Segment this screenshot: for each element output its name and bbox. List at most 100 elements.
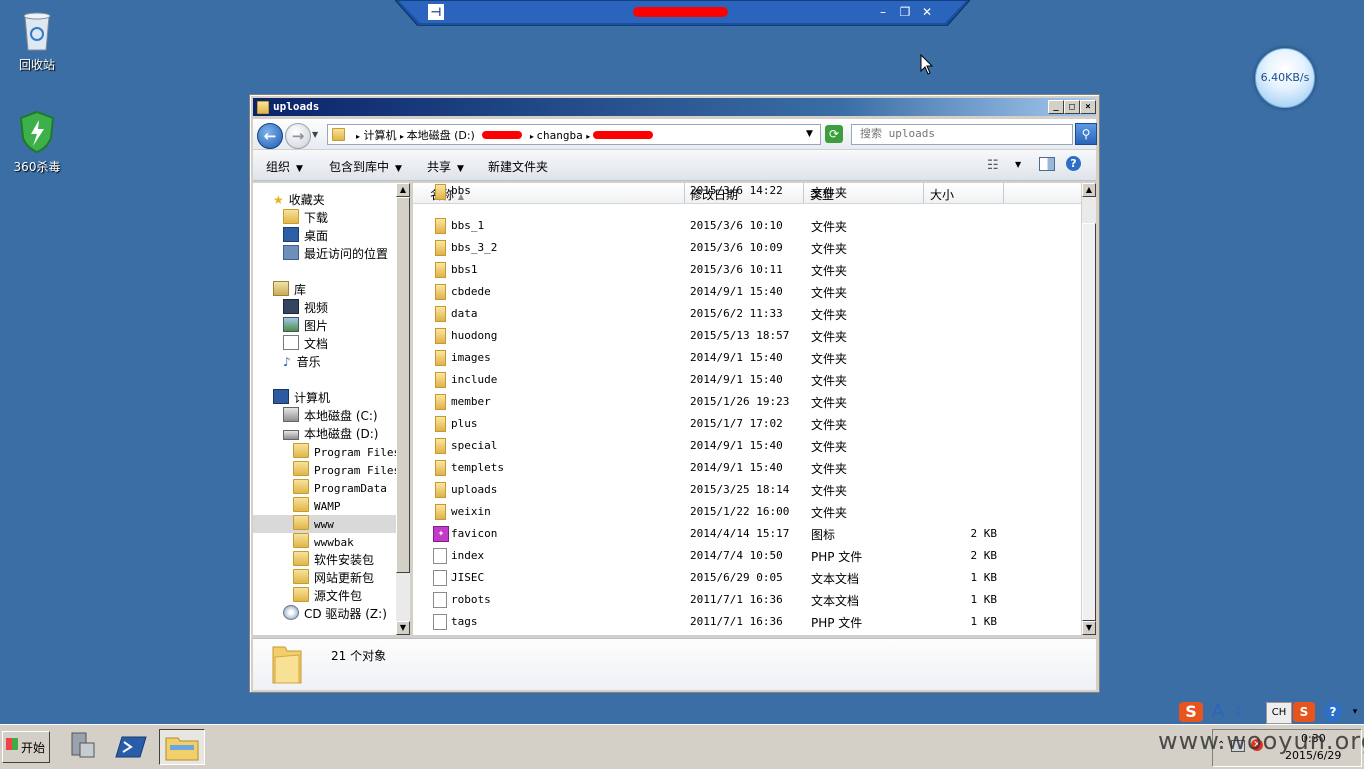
- file-row[interactable]: templets 2014/9/1 15:40 文件夹: [413, 457, 1081, 479]
- breadcrumb-drive-d[interactable]: 本地磁盘 (D:): [407, 129, 475, 142]
- nav-documents[interactable]: 文档: [283, 335, 328, 353]
- nav-drive-c[interactable]: 本地磁盘 (C:): [283, 407, 378, 425]
- file-row[interactable]: huodong 2015/5/13 18:57 文件夹: [413, 325, 1081, 347]
- nav-folder-site-updates[interactable]: 网站更新包: [293, 569, 374, 587]
- address-bar[interactable]: ▸ 计算机 ▸ 本地磁盘 (D:) ▸ changba ▸ ▼: [327, 124, 821, 145]
- ime-toolbar[interactable]: S A ☾ CH S ? ▾: [1179, 700, 1364, 724]
- nav-folder-software[interactable]: 软件安装包: [293, 551, 374, 569]
- file-row[interactable]: data 2015/6/2 11:33 文件夹: [413, 303, 1081, 325]
- file-row[interactable]: bbs 2015/3/6 14:22 文件夹: [413, 184, 1081, 203]
- ime-options-icon[interactable]: ▾: [1349, 702, 1361, 722]
- nav-downloads[interactable]: 下载: [283, 209, 328, 227]
- scroll-down-button[interactable]: ▼: [1082, 621, 1096, 635]
- nav-cd-drive[interactable]: CD 驱动器 (Z:): [283, 605, 387, 623]
- file-row[interactable]: weixin 2015/1/22 16:00 文件夹: [413, 501, 1081, 523]
- address-dropdown-arrow[interactable]: ▼: [806, 129, 813, 139]
- nav-folder-program-files-x86[interactable]: Program Files: [293, 461, 396, 479]
- share-button[interactable]: 共享 ▼: [427, 158, 464, 175]
- nav-folder-wamp[interactable]: WAMP: [293, 497, 341, 515]
- file-list[interactable]: 名称 ▲ 修改日期 类型 大小 bbs2015/3/6 14:22文件夹bbs_…: [413, 183, 1081, 635]
- file-row[interactable]: member 2015/1/26 19:23 文件夹: [413, 391, 1081, 413]
- back-button[interactable]: ←: [257, 123, 283, 149]
- address-row: ← → ▼ ▸ 计算机 ▸ 本地磁盘 (D:) ▸ changba ▸ ▼ ⟳: [253, 119, 1097, 149]
- view-options-icon[interactable]: ☷: [987, 158, 999, 173]
- explorer-window[interactable]: uploads _ □ × ← → ▼ ▸ 计算机 ▸ 本地磁盘 (D:) ▸ …: [249, 94, 1100, 693]
- breadcrumb-changba[interactable]: changba: [536, 129, 582, 142]
- nav-drive-d[interactable]: 本地磁盘 (D:): [283, 425, 378, 443]
- rdp-close-button[interactable]: ✕: [919, 4, 935, 20]
- nav-scrollbar[interactable]: ▲ ▼: [396, 183, 410, 635]
- file-date: 2014/9/1 15:40: [690, 373, 783, 386]
- file-row[interactable]: bbs_3_2 2015/3/6 10:09 文件夹: [413, 237, 1081, 259]
- ime-mode-label[interactable]: A: [1207, 702, 1229, 722]
- antivirus-desktop-icon[interactable]: 360杀毒: [2, 110, 72, 175]
- refresh-button[interactable]: ⟳: [825, 125, 843, 143]
- file-row[interactable]: robots 2011/7/1 16:36 文本文档 1 KB: [413, 589, 1081, 611]
- powershell-taskbar-button[interactable]: [112, 729, 152, 763]
- explorer-taskbar-button[interactable]: [159, 729, 205, 765]
- search-box[interactable]: [851, 124, 1073, 145]
- file-row[interactable]: bbs_1 2015/3/6 10:10 文件夹: [413, 215, 1081, 237]
- remote-desktop-bar[interactable]: ⊣ – ❐ ✕: [395, 0, 970, 26]
- breadcrumb-computer[interactable]: 计算机: [364, 129, 397, 142]
- organize-button[interactable]: 组织 ▼: [266, 158, 303, 175]
- file-date: 2014/9/1 15:40: [690, 461, 783, 474]
- nav-computer[interactable]: 计算机: [273, 389, 330, 407]
- scroll-up-button[interactable]: ▲: [396, 183, 410, 197]
- scroll-down-button[interactable]: ▼: [396, 621, 410, 635]
- ime-help-icon[interactable]: ?: [1324, 702, 1342, 722]
- file-row[interactable]: tags 2011/7/1 16:36 PHP 文件 1 KB: [413, 611, 1081, 633]
- forward-button[interactable]: →: [285, 123, 311, 149]
- nav-folder-source[interactable]: 源文件包: [293, 587, 362, 605]
- nav-pictures[interactable]: 图片: [283, 317, 328, 335]
- nav-folder-wwwbak[interactable]: wwwbak: [293, 533, 354, 551]
- preview-pane-icon[interactable]: [1039, 157, 1055, 171]
- recycle-bin-desktop-icon[interactable]: 回收站: [2, 8, 72, 73]
- scroll-thumb[interactable]: [396, 197, 410, 573]
- server-manager-taskbar-button[interactable]: [62, 729, 102, 763]
- ime-language-label[interactable]: CH: [1266, 702, 1292, 724]
- file-row[interactable]: plus 2015/1/7 17:02 文件夹: [413, 413, 1081, 435]
- pin-icon[interactable]: ⊣: [428, 4, 444, 20]
- file-row[interactable]: ✦ favicon 2014/4/14 15:17 图标 2 KB: [413, 523, 1081, 545]
- file-row[interactable]: images 2014/9/1 15:40 文件夹: [413, 347, 1081, 369]
- nav-folder-program-files[interactable]: Program Files: [293, 443, 396, 461]
- network-speed-widget[interactable]: 6.40KB/s: [1255, 48, 1315, 108]
- help-icon[interactable]: ?: [1066, 156, 1081, 171]
- nav-desktop[interactable]: 桌面: [283, 227, 328, 245]
- nav-videos[interactable]: 视频: [283, 299, 328, 317]
- nav-folder-programdata[interactable]: ProgramData: [293, 479, 387, 497]
- view-dropdown-arrow[interactable]: ▼: [1015, 160, 1021, 169]
- close-button[interactable]: ×: [1080, 100, 1096, 114]
- file-row[interactable]: index 2014/7/4 10:50 PHP 文件 2 KB: [413, 545, 1081, 567]
- file-row[interactable]: special 2014/9/1 15:40 文件夹: [413, 435, 1081, 457]
- window-titlebar[interactable]: uploads _ □ ×: [253, 98, 1096, 116]
- scroll-thumb[interactable]: [1082, 223, 1096, 621]
- nav-favorites[interactable]: ★ 收藏夹: [273, 191, 325, 209]
- search-input[interactable]: [852, 125, 1068, 142]
- sogou-ime-icon[interactable]: S: [1179, 702, 1203, 722]
- scroll-up-button[interactable]: ▲: [1082, 183, 1096, 197]
- rdp-minimize-button[interactable]: –: [875, 4, 891, 20]
- file-list-scrollbar[interactable]: ▲ ▼: [1082, 183, 1096, 635]
- new-folder-button[interactable]: 新建文件夹: [488, 158, 548, 175]
- file-row[interactable]: cbdede 2014/9/1 15:40 文件夹: [413, 281, 1081, 303]
- nav-folder-www[interactable]: www: [293, 515, 334, 533]
- minimize-button[interactable]: _: [1048, 100, 1064, 114]
- nav-recent[interactable]: 最近访问的位置: [283, 245, 388, 263]
- moon-icon[interactable]: ☾: [1231, 702, 1251, 722]
- nav-libraries[interactable]: 库: [273, 281, 306, 299]
- file-row[interactable]: JISEC 2015/6/29 0:05 文本文档 1 KB: [413, 567, 1081, 589]
- file-row[interactable]: bbs1 2015/3/6 10:11 文件夹: [413, 259, 1081, 281]
- start-button[interactable]: 开始: [2, 731, 50, 763]
- include-in-library-button[interactable]: 包含到库中 ▼: [329, 158, 402, 175]
- recent-pages-dropdown[interactable]: ▼: [312, 130, 318, 139]
- maximize-button[interactable]: □: [1064, 100, 1080, 114]
- navigation-pane[interactable]: ★ 收藏夹 下载 桌面 最近访问的位置 库 视频 图片 文档 ♪ 音乐 计算机 本地…: [253, 183, 396, 635]
- rdp-restore-button[interactable]: ❐: [897, 4, 913, 20]
- file-row[interactable]: include 2014/9/1 15:40 文件夹: [413, 369, 1081, 391]
- nav-music[interactable]: ♪ 音乐: [283, 353, 321, 371]
- file-row[interactable]: uploads 2015/3/25 18:14 文件夹: [413, 479, 1081, 501]
- sogou-small-icon[interactable]: S: [1293, 702, 1315, 722]
- search-button[interactable]: ⚲: [1075, 123, 1097, 145]
